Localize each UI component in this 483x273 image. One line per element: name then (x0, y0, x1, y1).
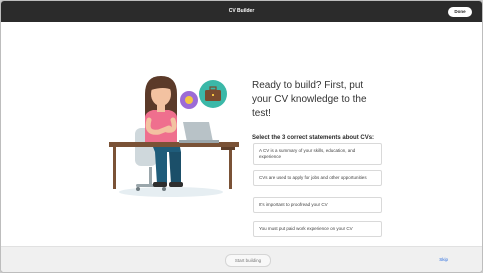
page-heading: Ready to build? First, put your CV knowl… (252, 80, 367, 119)
start-building-button[interactable]: Start building (225, 254, 271, 267)
statement-text: It's important to proofread your CV (259, 202, 328, 207)
statement-option[interactable]: CVs are used to apply for jobs and other… (253, 170, 382, 186)
statement-option[interactable]: It's important to proofread your CV (253, 197, 382, 213)
skip-link[interactable]: Skip (439, 254, 448, 265)
done-button[interactable]: Done (448, 7, 472, 17)
footer-bar: Start building Skip (1, 246, 482, 272)
window-title: CV Builder (228, 8, 255, 14)
main-content: Ready to build? First, put your CV knowl… (1, 22, 482, 247)
statement-option[interactable]: You must put paid work experience on you… (253, 221, 382, 237)
statement-option[interactable]: A CV is a summary of your skills, educat… (253, 143, 382, 165)
statement-text: A CV is a summary of your skills, educat… (259, 148, 356, 159)
statement-text: CVs are used to apply for jobs and other… (259, 175, 367, 180)
app-window: CV Builder Done Ready to build? First, p… (0, 0, 483, 273)
illustration (109, 76, 239, 197)
instruction-text: Select the 3 correct statements about CV… (252, 135, 375, 141)
title-bar: CV Builder Done (1, 1, 482, 22)
statement-text: You must put paid work experience on you… (259, 226, 353, 231)
